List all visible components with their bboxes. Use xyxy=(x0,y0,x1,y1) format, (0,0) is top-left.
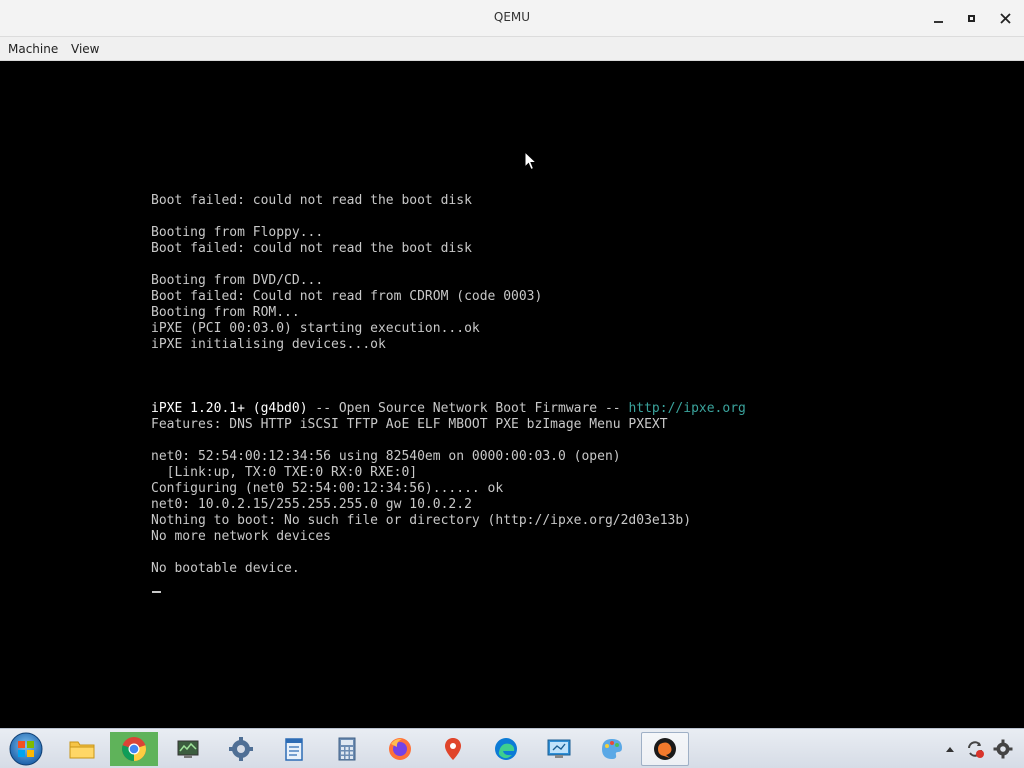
calculator-icon xyxy=(338,737,356,761)
console-line: No more network devices xyxy=(151,529,332,544)
console-output: Boot failed: could not read the boot dis… xyxy=(151,193,746,577)
menu-machine[interactable]: Machine xyxy=(8,42,58,56)
console-line: net0: 52:54:00:12:34:56 using 82540em on… xyxy=(151,449,621,464)
sync-icon xyxy=(968,741,984,758)
minimize-button[interactable] xyxy=(925,6,951,30)
map-pin-icon xyxy=(445,738,461,760)
firefox-icon xyxy=(389,738,411,760)
edge-icon xyxy=(495,738,517,760)
console-line: Boot failed: Could not read from CDROM (… xyxy=(151,289,543,304)
notepad-icon xyxy=(285,738,303,761)
gear-icon xyxy=(229,737,253,761)
console-line: iPXE initialising devices...ok xyxy=(151,337,386,352)
taskbar-calculator[interactable] xyxy=(323,732,371,766)
console-line: Booting from Floppy... xyxy=(151,225,324,240)
taskbar-firefox[interactable] xyxy=(376,732,424,766)
maximize-icon xyxy=(967,14,975,22)
console-line: Boot failed: could not read the boot dis… xyxy=(151,193,472,208)
windows-orb-icon xyxy=(9,732,43,766)
monitor-icon xyxy=(177,740,199,758)
ipxe-tagline: -- Open Source Network Boot Firmware -- xyxy=(307,401,629,416)
taskbar-maps[interactable] xyxy=(429,732,477,766)
menu-view[interactable]: View xyxy=(71,42,99,56)
chevron-up-icon xyxy=(946,747,954,752)
tray-settings-button[interactable] xyxy=(991,737,1015,761)
minimize-icon xyxy=(933,21,943,23)
taskbar-settings[interactable] xyxy=(217,732,265,766)
paint-icon xyxy=(602,739,622,759)
taskbar xyxy=(0,728,1024,768)
ipxe-version: iPXE 1.20.1+ (g4bd0) xyxy=(151,401,308,416)
window-title: QEMU xyxy=(493,10,531,24)
console-line: net0: 10.0.2.15/255.255.255.0 gw 10.0.2.… xyxy=(151,497,472,512)
menu-bar: Machine View xyxy=(0,37,1024,61)
gear-icon xyxy=(993,739,1013,759)
console-line: Configuring (net0 52:54:00:12:34:56)....… xyxy=(151,481,504,496)
start-button[interactable] xyxy=(2,732,50,766)
taskbar-remote-desktop[interactable] xyxy=(535,732,583,766)
taskbar-notepad[interactable] xyxy=(270,732,318,766)
taskbar-file-explorer[interactable] xyxy=(58,732,106,766)
chrome-icon xyxy=(122,737,146,761)
taskbar-qemu[interactable] xyxy=(641,732,689,766)
console-line: Booting from ROM... xyxy=(151,305,300,320)
taskbar-edge[interactable] xyxy=(482,732,530,766)
close-button[interactable] xyxy=(992,6,1018,30)
console-line: iPXE 1.20.1+ (g4bd0) -- Open Source Netw… xyxy=(151,401,746,417)
taskbar-system-monitor[interactable] xyxy=(164,732,212,766)
ipxe-url: http://ipxe.org xyxy=(628,401,746,416)
title-bar: QEMU xyxy=(0,0,1024,37)
tray-overflow-button[interactable] xyxy=(943,737,957,761)
taskbar-chrome[interactable] xyxy=(110,732,158,766)
console-line: Features: DNS HTTP iSCSI TFTP AoE ELF MB… xyxy=(151,417,668,432)
console-line: iPXE (PCI 00:03.0) starting execution...… xyxy=(151,321,480,336)
console-line: Nothing to boot: No such file or directo… xyxy=(151,513,692,528)
folder-icon xyxy=(69,741,95,759)
qemu-icon xyxy=(654,738,676,760)
console-line: [Link:up, TX:0 TXE:0 RX:0 RXE:0] xyxy=(151,465,418,480)
text-cursor xyxy=(152,591,161,593)
close-icon xyxy=(999,12,1011,24)
console-line: Boot failed: could not read the boot dis… xyxy=(151,241,472,256)
remote-desktop-icon xyxy=(547,739,571,758)
maximize-button[interactable] xyxy=(958,6,984,30)
vm-display[interactable]: Boot failed: could not read the boot dis… xyxy=(0,62,1024,728)
tray-sync-button[interactable] xyxy=(963,737,987,761)
taskbar-paint[interactable] xyxy=(588,732,636,766)
mouse-pointer-icon xyxy=(524,151,538,171)
console-line: No bootable device. xyxy=(151,561,300,576)
console-line: Booting from DVD/CD... xyxy=(151,273,324,288)
